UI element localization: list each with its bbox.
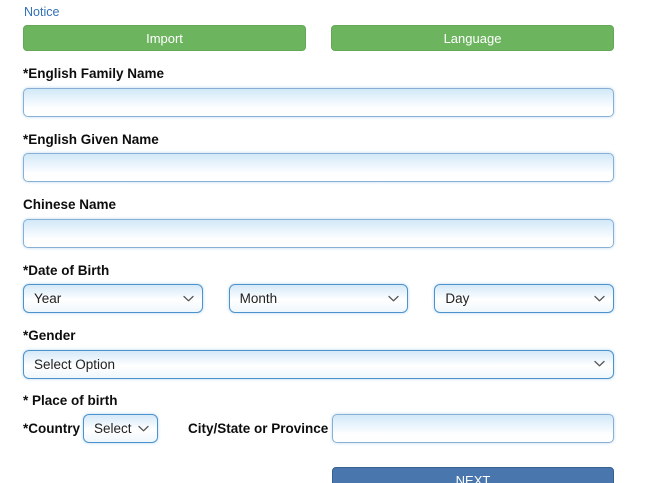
city-state-province-label: City/State or Province xyxy=(188,421,328,436)
notice-link[interactable]: Notice xyxy=(24,5,59,19)
import-button[interactable]: Import xyxy=(23,25,306,51)
chinese-name-input[interactable] xyxy=(23,219,614,248)
registration-form-page: Notice Import Language *English Family N… xyxy=(0,0,658,483)
day-select-wrap: Day xyxy=(434,284,614,313)
country-select[interactable]: Select Option xyxy=(83,414,158,443)
country-select-wrap: Select Option xyxy=(83,414,158,443)
day-select[interactable]: Day xyxy=(434,284,614,313)
next-button[interactable]: NEXT xyxy=(332,467,614,483)
gender-select[interactable]: Select Option xyxy=(23,350,614,379)
city-state-province-input[interactable] xyxy=(332,414,614,443)
gender-select-wrap: Select Option xyxy=(23,350,614,379)
english-family-name-label: *English Family Name xyxy=(23,66,614,82)
year-select[interactable]: Year xyxy=(23,284,203,313)
chinese-name-label: Chinese Name xyxy=(23,197,614,213)
english-given-name-label: *English Given Name xyxy=(23,132,614,148)
gender-label: *Gender xyxy=(23,328,614,344)
english-given-name-input[interactable] xyxy=(23,153,614,182)
month-select-wrap: Month xyxy=(229,284,409,313)
english-family-name-input[interactable] xyxy=(23,88,614,117)
date-of-birth-row: Year Month Day xyxy=(23,284,614,313)
place-of-birth-label: * Place of birth xyxy=(23,393,614,409)
year-select-wrap: Year xyxy=(23,284,203,313)
month-select[interactable]: Month xyxy=(229,284,409,313)
country-label: *Country xyxy=(23,421,80,436)
country-city-row: *Country Select Option City/State or Pro… xyxy=(23,414,614,443)
language-button[interactable]: Language xyxy=(331,25,614,51)
date-of-birth-label: *Date of Birth xyxy=(23,263,614,279)
top-button-row: Import Language xyxy=(23,25,614,51)
